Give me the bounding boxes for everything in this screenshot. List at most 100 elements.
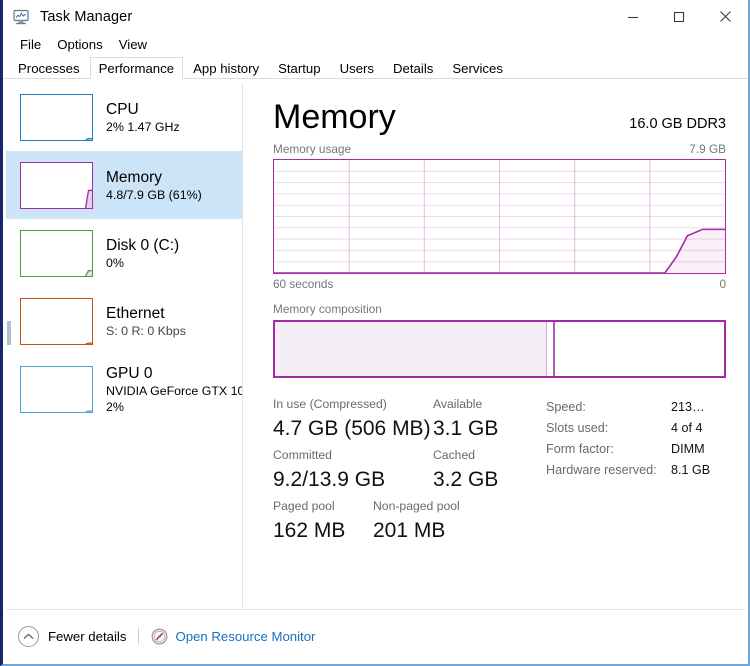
stat-cached-caption: Cached bbox=[433, 448, 476, 462]
sidebar-item-ethernet[interactable]: Ethernet S: 0 R: 0 Kbps bbox=[6, 287, 242, 355]
close-button[interactable] bbox=[702, 0, 748, 33]
sidebar-item-gpu-0-sub: NVIDIA GeForce GTX 10 bbox=[106, 383, 242, 398]
stat-cached: Cached 3.2 GB bbox=[433, 446, 498, 495]
stat-non-paged-pool-caption: Non-paged pool bbox=[373, 499, 460, 513]
memory-stats: In use (Compressed) 4.7 GB (506 MB) Avai… bbox=[273, 395, 726, 548]
gpu-mini-graph bbox=[20, 365, 93, 413]
spec-speed: Speed: 213… bbox=[546, 397, 726, 418]
spec-hardware-reserved-value: 8.1 GB bbox=[671, 463, 711, 477]
spec-form-factor-value: DIMM bbox=[671, 442, 705, 456]
memory-usage-graph bbox=[273, 159, 726, 274]
memory-spec-list: Speed: 213… Slots used: 4 of 4 Form fact… bbox=[538, 395, 726, 548]
stat-committed-caption: Committed bbox=[273, 448, 332, 462]
memory-usage-graph-svg bbox=[274, 160, 725, 273]
stat-paged-pool: Paged pool 162 MB bbox=[273, 497, 373, 546]
stat-paged-pool-caption: Paged pool bbox=[273, 499, 335, 513]
spec-speed-value: 213… bbox=[671, 400, 705, 414]
tab-services[interactable]: Services bbox=[443, 57, 512, 79]
usage-labels: Memory usage 7.9 GB bbox=[273, 142, 726, 156]
menu-file[interactable]: File bbox=[12, 36, 49, 54]
tab-users[interactable]: Users bbox=[331, 57, 383, 79]
stat-committed-value: 9.2/13.9 GB bbox=[273, 468, 386, 491]
tab-strip: Processes Performance App history Startu… bbox=[3, 57, 748, 80]
spec-slots-used-value: 4 of 4 bbox=[671, 421, 703, 435]
spec-form-factor: Form factor: DIMM bbox=[546, 439, 726, 460]
memory-stats-left: In use (Compressed) 4.7 GB (506 MB) Avai… bbox=[273, 395, 538, 548]
tab-details[interactable]: Details bbox=[384, 57, 442, 79]
maximize-button[interactable] bbox=[656, 0, 702, 33]
ethernet-mini-graph bbox=[20, 297, 93, 345]
spec-form-factor-key: Form factor: bbox=[546, 442, 614, 456]
composition-in-use-segment bbox=[275, 322, 547, 376]
title-bar: Task Manager bbox=[3, 0, 748, 33]
stat-row-pools: Paged pool 162 MB Non-paged pool 201 MB bbox=[273, 497, 538, 546]
tab-startup[interactable]: Startup bbox=[269, 57, 330, 79]
usage-label: Memory usage bbox=[273, 142, 352, 156]
open-resource-monitor-link[interactable]: Open Resource Monitor bbox=[175, 629, 315, 644]
chevron-up-icon[interactable] bbox=[18, 625, 39, 647]
sidebar-item-cpu-sub: 2% 1.47 GHz bbox=[106, 119, 180, 134]
sidebar-item-gpu-0[interactable]: GPU 0 NVIDIA GeForce GTX 10 2% bbox=[6, 355, 242, 423]
sidebar-item-memory[interactable]: Memory 4.8/7.9 GB (61%) bbox=[6, 151, 242, 219]
memory-header: Memory 16.0 GB DDR3 bbox=[273, 83, 726, 138]
sidebar-item-gpu-0-title: GPU 0 bbox=[106, 364, 153, 382]
axis-left-label: 60 seconds bbox=[273, 277, 334, 291]
sidebar-item-gpu-0-sub2: 2% bbox=[106, 399, 124, 414]
disk-mini-graph bbox=[20, 229, 93, 277]
menu-view[interactable]: View bbox=[111, 36, 155, 54]
memory-total-spec: 16.0 GB DDR3 bbox=[629, 116, 726, 132]
sidebar-item-memory-sub: 4.8/7.9 GB (61%) bbox=[106, 187, 202, 202]
stat-available-caption: Available bbox=[433, 397, 483, 411]
sidebar-item-memory-title: Memory bbox=[106, 168, 162, 186]
tab-processes[interactable]: Processes bbox=[9, 57, 89, 79]
stat-available-value: 3.1 GB bbox=[433, 417, 499, 440]
stat-committed: Committed 9.2/13.9 GB bbox=[273, 446, 433, 495]
spec-slots-used-key: Slots used: bbox=[546, 421, 609, 435]
footer-bar: Fewer details Open Resource Monitor bbox=[6, 609, 746, 662]
menu-options[interactable]: Options bbox=[49, 36, 110, 54]
footer-separator bbox=[138, 628, 140, 644]
memory-composition-bar[interactable] bbox=[273, 320, 726, 378]
resource-sidebar: CPU 2% 1.47 GHz Memory 4.8/7.9 GB (61%) bbox=[6, 83, 243, 609]
tab-app-history[interactable]: App history bbox=[184, 57, 268, 79]
sidebar-item-cpu[interactable]: CPU 2% 1.47 GHz bbox=[6, 83, 242, 151]
sidebar-item-disk-0[interactable]: Disk 0 (C:) 0% bbox=[6, 219, 242, 287]
stat-in-use-caption: In use (Compressed) bbox=[273, 397, 387, 411]
spec-hardware-reserved-key: Hardware reserved: bbox=[546, 463, 657, 477]
task-manager-window: Task Manager File Options View Processes… bbox=[0, 0, 750, 666]
stat-row-committed-cached: Committed 9.2/13.9 GB Cached 3.2 GB bbox=[273, 446, 538, 495]
spec-slots-used: Slots used: 4 of 4 bbox=[546, 418, 726, 439]
spec-speed-key: Speed: bbox=[546, 400, 586, 414]
sidebar-item-ethernet-title: Ethernet bbox=[106, 304, 165, 322]
sidebar-item-disk-0-sub: 0% bbox=[106, 255, 124, 270]
fewer-details-button[interactable]: Fewer details bbox=[48, 629, 126, 644]
minimize-button[interactable] bbox=[610, 0, 656, 33]
stat-row-inuse-available: In use (Compressed) 4.7 GB (506 MB) Avai… bbox=[273, 395, 538, 444]
stat-non-paged-pool: Non-paged pool 201 MB bbox=[373, 497, 460, 546]
sidebar-item-disk-0-title: Disk 0 (C:) bbox=[106, 236, 180, 254]
stat-in-use-value: 4.7 GB (506 MB) bbox=[273, 417, 431, 440]
axis-right-label: 0 bbox=[719, 277, 726, 291]
window-controls bbox=[610, 0, 748, 33]
stat-paged-pool-value: 162 MB bbox=[273, 519, 346, 542]
stat-non-paged-pool-value: 201 MB bbox=[373, 519, 446, 542]
tab-performance[interactable]: Performance bbox=[89, 57, 184, 80]
window-title: Task Manager bbox=[40, 8, 133, 25]
content-area: CPU 2% 1.47 GHz Memory 4.8/7.9 GB (61%) bbox=[6, 83, 746, 609]
spec-hardware-reserved: Hardware reserved: 8.1 GB bbox=[546, 460, 726, 481]
task-manager-icon bbox=[13, 9, 31, 25]
memory-mini-graph bbox=[20, 161, 93, 209]
page-title: Memory bbox=[273, 98, 396, 136]
cpu-mini-graph bbox=[20, 93, 93, 141]
stat-cached-value: 3.2 GB bbox=[433, 468, 499, 491]
composition-label: Memory composition bbox=[273, 302, 382, 316]
stat-in-use: In use (Compressed) 4.7 GB (506 MB) bbox=[273, 395, 433, 444]
stat-available: Available 3.1 GB bbox=[433, 395, 498, 444]
graph-axis-labels: 60 seconds 0 bbox=[273, 277, 726, 291]
sidebar-item-ethernet-sub: S: 0 R: 0 Kbps bbox=[106, 323, 186, 338]
resource-monitor-icon bbox=[151, 628, 168, 645]
memory-detail-pane: Memory 16.0 GB DDR3 Memory usage 7.9 GB … bbox=[243, 83, 746, 609]
composition-modified-divider bbox=[553, 322, 556, 376]
menu-bar: File Options View bbox=[3, 33, 748, 57]
usage-max-label: 7.9 GB bbox=[689, 142, 726, 156]
